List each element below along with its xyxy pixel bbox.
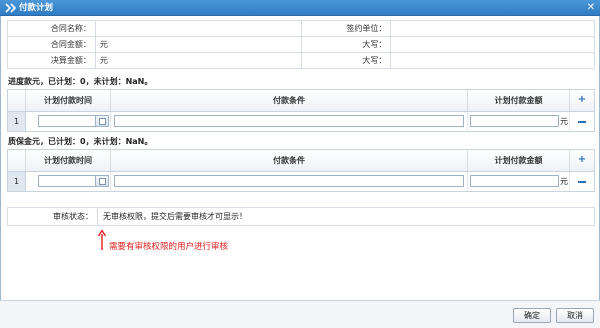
remove-row-icon[interactable] [578, 181, 586, 183]
table-row: 1 元 [8, 172, 594, 191]
final-amount-capital-label: 大写： [300, 52, 392, 69]
payment-condition-input[interactable] [114, 115, 464, 127]
contract-amount-value: 元 [94, 36, 302, 53]
column-header-date: 计划付款时间 [26, 90, 111, 111]
audit-status-value: 无审核权限，提交后需要审核才可显示！ [103, 212, 247, 221]
column-header-date: 计划付款时间 [26, 150, 111, 171]
audit-status-label: 审核状态： [8, 208, 98, 225]
dialog-body: 合同名称： 签约单位： 合同金额： 元 大写： 决算金额： 元 大写： 进度款元… [0, 16, 600, 328]
window-titlebar: 付款计划 ✕ [0, 0, 600, 16]
contract-amount-label: 合同金额： [7, 36, 96, 53]
annotation-arrow-icon [98, 230, 106, 250]
contract-name-value [94, 20, 302, 37]
add-row-icon[interactable]: + [575, 94, 589, 106]
confirm-button[interactable]: 确定 [513, 308, 551, 323]
payment-date-input[interactable] [38, 115, 96, 127]
info-row: 合同名称： 签约单位： [7, 20, 595, 37]
row-number: 1 [8, 172, 26, 191]
retention-summary: 质保金元，已计划：0，未计划：NaN。 [8, 137, 153, 146]
app-icon [5, 3, 16, 13]
grid-header: 计划付款时间 付款条件 计划付款金额 + [8, 150, 594, 172]
column-header-condition: 付款条件 [111, 150, 468, 171]
grid-header: 计划付款时间 付款条件 计划付款金额 + [8, 90, 594, 112]
amount-unit: 元 [560, 177, 568, 186]
contract-name-label: 合同名称： [7, 20, 96, 37]
retention-payment-grid: 计划付款时间 付款条件 计划付款金额 + 1 元 [7, 149, 595, 192]
remove-row-icon[interactable] [578, 121, 586, 123]
calendar-icon[interactable] [96, 175, 109, 187]
contract-info-table: 合同名称： 签约单位： 合同金额： 元 大写： 决算金额： 元 大写： [7, 20, 595, 69]
add-row-icon[interactable]: + [575, 154, 589, 166]
final-amount-capital-value [390, 52, 595, 69]
info-row: 决算金额： 元 大写： [7, 52, 595, 69]
final-amount-label: 决算金额： [7, 52, 96, 69]
row-number-header [8, 90, 26, 111]
audit-status-row: 审核状态： 无审核权限，提交后需要审核才可显示！ [7, 207, 595, 226]
annotation-text: 需要有审核权限的用户进行审核 [109, 242, 229, 252]
payment-amount-input[interactable] [470, 115, 559, 127]
close-icon[interactable]: ✕ [585, 2, 597, 14]
payment-amount-input[interactable] [470, 175, 559, 187]
signing-unit-value [390, 20, 595, 37]
payment-condition-input[interactable] [114, 175, 464, 187]
contract-amount-capital-label: 大写： [300, 36, 392, 53]
row-number: 1 [8, 112, 26, 131]
row-number-header [8, 150, 26, 171]
progress-payment-grid: 计划付款时间 付款条件 计划付款金额 + 1 元 [7, 89, 595, 132]
column-header-condition: 付款条件 [111, 90, 468, 111]
info-row: 合同金额： 元 大写： [7, 36, 595, 53]
column-header-amount: 计划付款金额 [468, 150, 570, 171]
payment-date-input[interactable] [38, 175, 96, 187]
progress-summary: 进度款元，已计划：0，未计划：NaN。 [8, 77, 153, 86]
table-row: 1 元 [8, 112, 594, 131]
window-title: 付款计划 [19, 3, 54, 13]
final-amount-value: 元 [94, 52, 302, 69]
column-header-amount: 计划付款金额 [468, 90, 570, 111]
amount-unit: 元 [560, 117, 568, 126]
calendar-icon[interactable] [96, 115, 109, 127]
dialog-footer: 确定 取消 [0, 300, 600, 328]
contract-amount-capital-value [390, 36, 595, 53]
signing-unit-label: 签约单位： [300, 20, 392, 37]
cancel-button[interactable]: 取消 [556, 308, 594, 323]
